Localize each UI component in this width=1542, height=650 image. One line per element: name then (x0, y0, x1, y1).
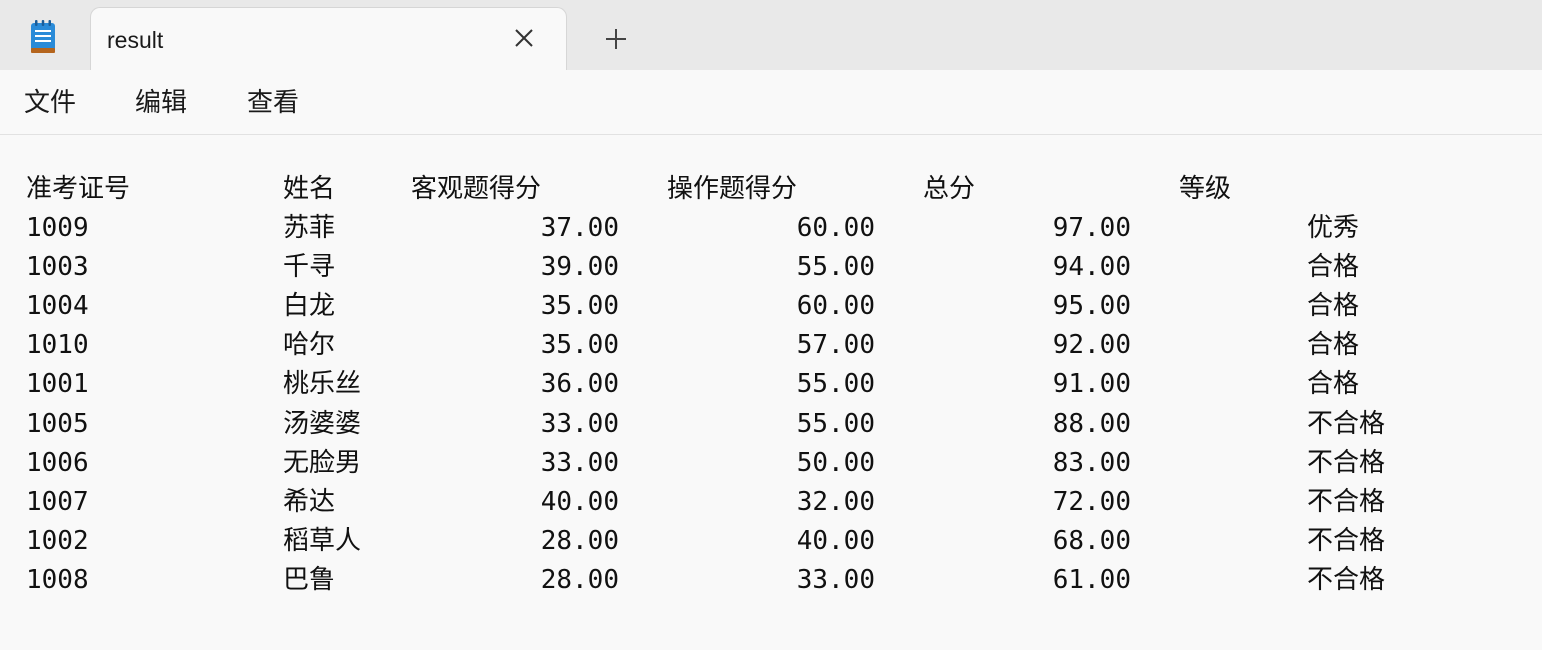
notepad-window: result 文件 编辑 查看 准考证号 姓名 客观题得分 操作题得分 总分 等级 1009… (0, 0, 1542, 650)
practical-score-cell: 60.00 (796, 213, 875, 243)
practical-score-cell: 60.00 (796, 291, 875, 321)
id-cell: 1006 (26, 448, 89, 478)
objective-score-cell: 40.00 (540, 487, 619, 517)
name-cell: 桃乐丝 (283, 369, 362, 399)
practical-score-cell: 55.00 (796, 409, 875, 439)
objective-score-cell: 35.00 (540, 291, 619, 321)
header-grade: 等级 (1179, 174, 1232, 204)
total-score-cell: 83.00 (1052, 448, 1131, 478)
grade-cell: 不合格 (1307, 487, 1386, 517)
objective-score-cell: 36.00 (540, 369, 619, 399)
name-cell: 苏菲 (283, 213, 336, 243)
name-cell: 稻草人 (283, 526, 362, 556)
name-cell: 希达 (283, 487, 336, 517)
tab-result[interactable]: result (90, 7, 567, 70)
id-cell: 1001 (26, 369, 89, 399)
name-cell: 千寻 (283, 252, 336, 282)
id-cell: 1002 (26, 526, 89, 556)
grade-cell: 不合格 (1307, 448, 1386, 478)
id-cell: 1010 (26, 330, 89, 360)
grade-cell: 优秀 (1307, 213, 1360, 243)
id-cell: 1008 (26, 565, 89, 595)
practical-score-cell: 57.00 (796, 330, 875, 360)
grade-cell: 合格 (1307, 330, 1360, 360)
id-cell: 1005 (26, 409, 89, 439)
grade-cell: 合格 (1307, 291, 1360, 321)
grade-cell: 合格 (1307, 252, 1360, 282)
total-score-cell: 72.00 (1052, 487, 1131, 517)
practical-score-cell: 32.00 (796, 487, 875, 517)
plus-icon[interactable] (598, 24, 634, 54)
header-name: 姓名 (283, 174, 336, 204)
objective-score-cell: 35.00 (540, 330, 619, 360)
objective-score-cell: 39.00 (540, 252, 619, 282)
total-score-cell: 95.00 (1052, 291, 1131, 321)
menu-file[interactable]: 文件 (24, 87, 76, 119)
total-score-cell: 92.00 (1052, 330, 1131, 360)
total-score-cell: 91.00 (1052, 369, 1131, 399)
id-cell: 1007 (26, 487, 89, 517)
grade-cell: 合格 (1307, 369, 1360, 399)
objective-score-cell: 33.00 (540, 409, 619, 439)
practical-score-cell: 40.00 (796, 526, 875, 556)
objective-score-cell: 28.00 (540, 565, 619, 595)
total-score-cell: 97.00 (1052, 213, 1131, 243)
text-editor-area[interactable]: 准考证号 姓名 客观题得分 操作题得分 总分 等级 1009 苏菲 37.00 60.00 97.0… (0, 135, 1542, 650)
header-id: 准考证号 (26, 174, 131, 204)
name-cell: 白龙 (283, 291, 336, 321)
menu-edit[interactable]: 编辑 (135, 87, 187, 119)
name-cell: 汤婆婆 (283, 409, 362, 439)
practical-score-cell: 50.00 (796, 448, 875, 478)
name-cell: 无脸男 (283, 448, 362, 478)
close-icon[interactable] (512, 26, 536, 50)
practical-score-cell: 55.00 (796, 369, 875, 399)
name-cell: 巴鲁 (283, 565, 336, 595)
objective-score-cell: 33.00 (540, 448, 619, 478)
total-score-cell: 68.00 (1052, 526, 1131, 556)
tab-title: result (107, 27, 164, 53)
practical-score-cell: 55.00 (796, 252, 875, 282)
name-cell: 哈尔 (283, 330, 336, 360)
header-objective-score: 客观题得分 (411, 174, 542, 204)
title-bar[interactable]: result (0, 0, 1542, 70)
objective-score-cell: 28.00 (540, 526, 619, 556)
header-total-score: 总分 (923, 174, 976, 204)
objective-score-cell: 37.00 (540, 213, 619, 243)
grade-cell: 不合格 (1307, 565, 1386, 595)
total-score-cell: 88.00 (1052, 409, 1131, 439)
id-cell: 1009 (26, 213, 89, 243)
total-score-cell: 61.00 (1052, 565, 1131, 595)
grade-cell: 不合格 (1307, 526, 1386, 556)
menu-bar: 文件 编辑 查看 (0, 70, 1542, 135)
id-cell: 1003 (26, 252, 89, 282)
notepad-icon (31, 20, 55, 53)
id-cell: 1004 (26, 291, 89, 321)
practical-score-cell: 33.00 (796, 565, 875, 595)
menu-view[interactable]: 查看 (247, 87, 299, 119)
total-score-cell: 94.00 (1052, 252, 1131, 282)
grade-cell: 不合格 (1307, 409, 1386, 439)
header-practical-score: 操作题得分 (667, 174, 798, 204)
